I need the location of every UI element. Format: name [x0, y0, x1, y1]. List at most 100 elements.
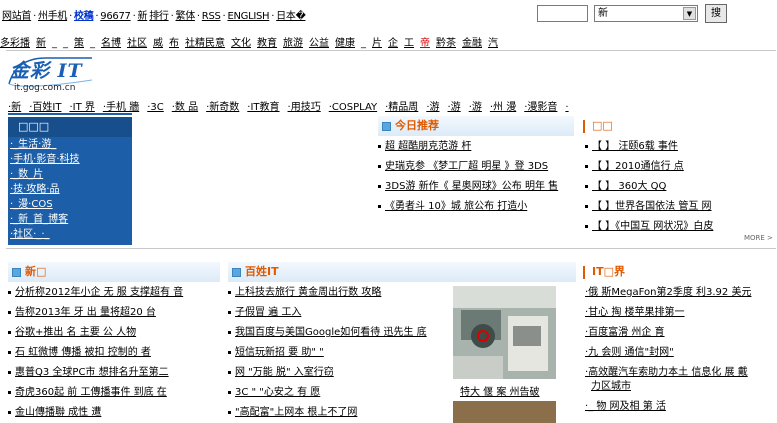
news-link[interactable]: ·九 会则 通信"封网"	[585, 347, 674, 358]
chevron-down-icon[interactable]: ▼	[683, 7, 696, 20]
news-link[interactable]: 上科技去旅行 黄金周出行数 攻略	[235, 287, 381, 298]
news-link[interactable]: ·百度富滑 州企 育	[585, 327, 665, 338]
category-link[interactable]: ·_漫·COS	[10, 199, 53, 210]
nav-item[interactable]: 新	[36, 38, 46, 49]
news-link[interactable]: 史瑞克参 《梦工厂超 明星 》登 3DS	[385, 161, 548, 172]
nav-item[interactable]: 策	[74, 38, 84, 49]
separator: ·	[95, 11, 99, 22]
category-link[interactable]: ·_生活·游_	[10, 139, 56, 150]
channel-item[interactable]: ·游	[426, 102, 439, 113]
channel-item[interactable]: ·IT 界	[69, 102, 94, 113]
toplink-home[interactable]: 网站首	[2, 11, 31, 22]
toplink-new[interactable]: 新	[138, 11, 148, 22]
toplink-rss[interactable]: RSS	[202, 11, 221, 22]
photo-caption[interactable]: 特大 偃 案 州告破	[460, 383, 540, 398]
nav-item[interactable]: 名博	[101, 38, 121, 49]
nav-item[interactable]: _	[361, 38, 366, 49]
news-photo-2[interactable]	[453, 401, 556, 423]
news-link[interactable]: 奇虎360起 前 工傳播事件 到底 在	[15, 387, 167, 398]
channel-item[interactable]: ·用技巧	[288, 102, 321, 113]
channel-item[interactable]: ·百姓IT	[29, 102, 61, 113]
toplink-english[interactable]: ENGLISH	[227, 11, 269, 22]
nav-item[interactable]: 健康	[335, 38, 355, 49]
toplink-traditional[interactable]: 繁体	[176, 11, 196, 22]
nav-item[interactable]: _	[90, 38, 95, 49]
news-link[interactable]: 网 "万能 脱" 入室行窃	[235, 367, 334, 378]
category-link[interactable]: ·_数_片	[10, 169, 43, 180]
nav-item[interactable]: 黔茶	[436, 38, 456, 49]
channel-item[interactable]: ·新	[8, 102, 21, 113]
news-link[interactable]: 【 】世界各国依法 管互 网	[592, 201, 712, 212]
nav-item[interactable]: _	[52, 38, 57, 49]
channel-item[interactable]: ·精品周	[385, 102, 418, 113]
news-link[interactable]: 惠普Q3 全球PC市 想排名升至第二	[15, 367, 169, 378]
channel-item[interactable]: ·游	[469, 102, 482, 113]
toplink-mobile[interactable]: 州手机	[38, 11, 67, 22]
nav-item[interactable]: 社区	[127, 38, 147, 49]
news-link[interactable]: ·甘心 掏 楼苹果排第一	[585, 307, 685, 318]
news-link[interactable]: 我国百度与美国Google如何看待 迅先生 底	[235, 327, 427, 338]
channel-item[interactable]: ·3C	[147, 102, 164, 113]
nav-item[interactable]: 企	[388, 38, 398, 49]
nav-item[interactable]: 社精民意	[185, 38, 225, 49]
category-link[interactable]: ·_新_首_博客	[10, 214, 68, 225]
nav-item[interactable]: 多彩播	[0, 38, 30, 49]
search-category-select[interactable]: 新 ▼	[594, 5, 698, 22]
bullet-icon	[378, 184, 381, 188]
search-input[interactable]	[537, 5, 588, 22]
nav-item[interactable]: 工	[404, 38, 414, 49]
news-link[interactable]: 谷歌+推出 名 主要 公 人物	[15, 327, 136, 338]
news-link[interactable]: 石 虹微博 傳播 被扣 控制的 者	[15, 347, 151, 358]
channel-item[interactable]: ·新奇数	[206, 102, 239, 113]
news-photo[interactable]	[453, 286, 556, 379]
site-logo[interactable]: 金彩 IT it.gog.com.cn	[6, 54, 94, 94]
nav-item[interactable]: 威	[153, 38, 163, 49]
nav-item[interactable]: 旅游	[283, 38, 303, 49]
news-link[interactable]: 分析称2012年小企 无 服 支撑超有 音	[15, 287, 183, 298]
channel-item[interactable]: ·数 品	[172, 102, 198, 113]
more-link[interactable]: MORE >	[744, 234, 773, 242]
news-link[interactable]: 【 】 汪颐6载 事件	[592, 141, 678, 152]
news-link[interactable]: 超 超酷朋克范游 杆	[385, 141, 471, 152]
nav-item[interactable]: 帝	[420, 38, 430, 49]
nav-item[interactable]: 布	[169, 38, 179, 49]
news-link[interactable]: 【 】2010通信行 点	[592, 161, 684, 172]
toplink-ranking[interactable]: 排行	[149, 11, 169, 22]
channel-item[interactable]: ·COSPLAY	[329, 102, 377, 113]
news-link[interactable]: 【 】《中国互 网状况》白皮	[592, 221, 713, 232]
nav-item[interactable]: 汽	[488, 38, 498, 49]
news-link[interactable]: 3C " "心安之 有 愿	[235, 387, 320, 398]
news-link[interactable]: 告称2013年 牙 出 量将超20 台	[15, 307, 156, 318]
bullet-icon	[8, 330, 11, 334]
nav-item[interactable]: 文化	[231, 38, 251, 49]
channel-item[interactable]: ·手机 牆	[103, 102, 139, 113]
news-link[interactable]: 力区城市	[591, 381, 631, 392]
news-link[interactable]: "高配富"上网本 根上不了网	[235, 407, 357, 418]
category-link[interactable]: ·手机·影音·科技	[10, 154, 80, 165]
channel-item[interactable]: ·	[565, 102, 568, 113]
news-link[interactable]: 《勇者斗 10》城 旅公布 打造小	[385, 201, 527, 212]
category-link[interactable]: ·技·攻略·品	[10, 184, 60, 195]
news-link[interactable]: ·俄 斯MegaFon第2季度 利3.92 美元	[585, 287, 751, 298]
nav-item[interactable]: 教育	[257, 38, 277, 49]
category-link[interactable]: ·社区·_·_	[10, 229, 50, 240]
news-link[interactable]: 【 】 360大 QQ	[592, 181, 666, 192]
channel-item[interactable]: ·游	[448, 102, 461, 113]
news-link[interactable]: ·_ 物 网及相 第 活	[585, 401, 666, 412]
channel-item[interactable]: ·漫影音	[524, 102, 557, 113]
nav-item[interactable]: _	[63, 38, 68, 49]
nav-item[interactable]: 片	[372, 38, 382, 49]
baixing-title-text: 百姓IT	[245, 265, 279, 278]
toplink-proofread[interactable]: 校稿	[74, 11, 94, 22]
news-link[interactable]: 子假冒 遍 工入	[235, 307, 301, 318]
news-link[interactable]: 金山傳播聯 成性 遭	[15, 407, 101, 418]
nav-item[interactable]: 金融	[462, 38, 482, 49]
news-link[interactable]: 短信玩新招 要 助" "	[235, 347, 324, 358]
toplink-japanese[interactable]: 日本�	[276, 11, 306, 22]
nav-item[interactable]: 公益	[309, 38, 329, 49]
toplink-hotline[interactable]: 96677	[100, 11, 131, 22]
search-button[interactable]: 搜	[705, 4, 727, 23]
channel-item[interactable]: ·州 漫	[490, 102, 516, 113]
channel-item[interactable]: ·IT教育	[247, 102, 279, 113]
news-link[interactable]: 3DS游 新作《 星奥网球》公布 明年 售	[385, 181, 558, 192]
